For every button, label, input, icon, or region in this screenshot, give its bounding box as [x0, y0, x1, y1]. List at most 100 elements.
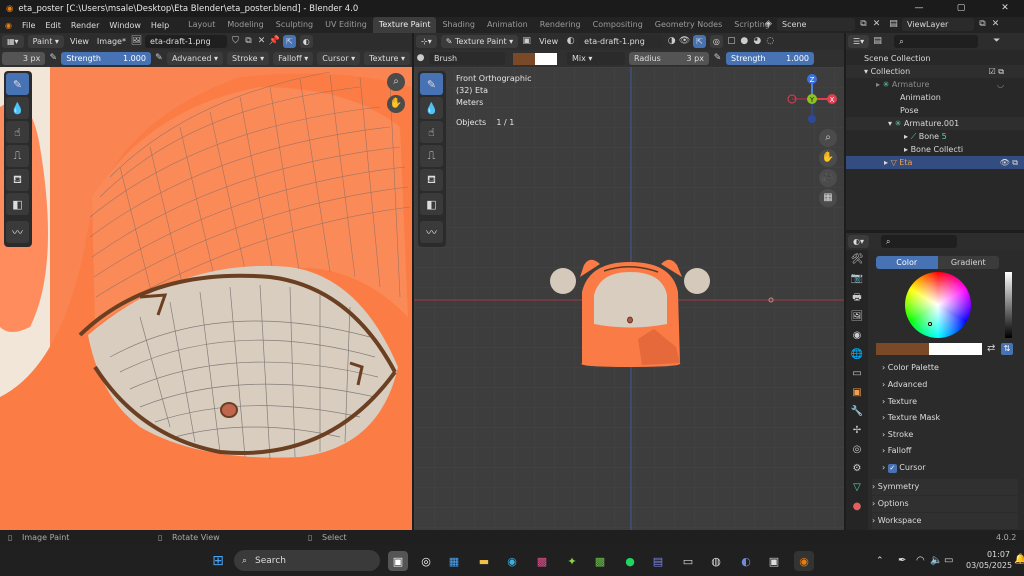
- outliner-row-pose[interactable]: Pose: [846, 104, 1024, 117]
- viewport-radius-pressure-icon[interactable]: ✎: [711, 52, 724, 65]
- section-workspace[interactable]: › Workspace: [872, 513, 1018, 529]
- vp-fill-tool-icon[interactable]: ⛾: [420, 169, 443, 191]
- constraints-tab-icon[interactable]: ⚙: [846, 459, 868, 478]
- draw-tool-icon[interactable]: ✎: [6, 73, 29, 95]
- texture-paint-mode-dropdown[interactable]: ✎ Texture Paint ▾: [440, 35, 519, 48]
- fill-tool-icon[interactable]: ⛾: [6, 169, 29, 191]
- stroke-dropdown[interactable]: Stroke ▾: [227, 52, 270, 65]
- tab-color[interactable]: Color: [876, 256, 938, 269]
- pen-icon[interactable]: ✒: [898, 555, 906, 566]
- material-shading-icon[interactable]: ◕: [751, 35, 764, 48]
- navigation-gizmo[interactable]: Z X Y: [784, 71, 840, 127]
- delete-viewlayer-icon[interactable]: ✕: [989, 18, 1002, 31]
- media-icon[interactable]: ▭: [678, 551, 698, 571]
- outliner-row-bone[interactable]: ▸ ⟋ Bone 5: [846, 130, 1024, 143]
- viewport-view-menu[interactable]: View: [533, 37, 564, 46]
- outliner-row-scene-collection[interactable]: Scene Collection: [846, 52, 1024, 65]
- wifi-icon[interactable]: ◠: [916, 555, 925, 566]
- menu-file[interactable]: File: [17, 21, 40, 30]
- outliner-search-input[interactable]: ⌕: [894, 35, 979, 48]
- fake-user-icon[interactable]: ⛉: [229, 35, 242, 48]
- close-button[interactable]: ✕: [990, 0, 1020, 17]
- properties-editor-type-button[interactable]: ◐▾: [848, 235, 869, 248]
- outliner-row-eta[interactable]: ▸ ▽ Eta 👁 ⧉: [846, 156, 1024, 169]
- image-view-menu[interactable]: View: [66, 37, 93, 46]
- image-canvas[interactable]: ✎ 💧 ☝ ⎍ ⛾ ◧ 〰 ⌕ ✋: [0, 67, 412, 530]
- viewport-image-field[interactable]: eta-draft-1.png: [579, 35, 664, 48]
- data-tab-icon[interactable]: ▽: [846, 478, 868, 497]
- menu-edit[interactable]: Edit: [40, 21, 66, 30]
- output-tab-icon[interactable]: 🖶: [846, 288, 868, 307]
- tab-modeling[interactable]: Modeling: [221, 17, 269, 33]
- blender-menu-icon[interactable]: ◉: [0, 21, 17, 30]
- radius-pressure-icon[interactable]: ✎: [47, 52, 59, 65]
- value-slider[interactable]: [1005, 272, 1012, 338]
- annotate-tool-icon[interactable]: 〰: [6, 221, 29, 243]
- tray-overflow-icon[interactable]: ⌃: [876, 556, 884, 566]
- minecraft-icon[interactable]: ▩: [590, 551, 610, 571]
- paint-mask-icon[interactable]: ▣: [520, 35, 533, 48]
- tab-animation[interactable]: Animation: [481, 17, 534, 33]
- volume-icon[interactable]: 🔈: [930, 555, 942, 566]
- primary-color-swatch[interactable]: [513, 52, 535, 65]
- secondary-color-field[interactable]: [929, 343, 982, 355]
- modifier-tab-icon[interactable]: 🔧: [846, 402, 868, 421]
- overlay-toggle-button[interactable]: ◎: [709, 35, 723, 48]
- editor-type-button[interactable]: ▦▾: [2, 35, 24, 48]
- scene-selector[interactable]: Scene: [777, 18, 855, 31]
- tool-tab-icon[interactable]: 🛠: [846, 250, 868, 269]
- photos-icon[interactable]: ▩: [532, 551, 552, 571]
- texture-dropdown[interactable]: Texture ▾: [364, 52, 410, 65]
- pin-icon[interactable]: 📌: [268, 35, 281, 48]
- tab-geometry-nodes[interactable]: Geometry Nodes: [649, 17, 728, 33]
- spotify-icon[interactable]: ●: [620, 551, 640, 571]
- minimize-button[interactable]: —: [904, 0, 934, 17]
- outliner-row-bone-collection[interactable]: ▸ Bone Collecti: [846, 143, 1024, 156]
- outliner-row-animation[interactable]: Animation: [846, 91, 1024, 104]
- notification-icon[interactable]: 🔔: [1014, 554, 1024, 565]
- display-channels-button[interactable]: ◐: [299, 35, 313, 48]
- edge-icon[interactable]: ◉: [502, 551, 522, 571]
- collection-tab-icon[interactable]: ▭: [846, 364, 868, 383]
- section-stroke[interactable]: › Stroke: [882, 427, 1024, 443]
- vp-soften-tool-icon[interactable]: 💧: [420, 97, 443, 119]
- blend-mode-dropdown[interactable]: Mix ▾: [567, 52, 625, 65]
- task-view-icon[interactable]: ▣: [388, 551, 408, 571]
- clock[interactable]: 01:07 03/05/2025: [966, 549, 1012, 571]
- gizmo-toggle-button[interactable]: ⇱: [693, 35, 706, 48]
- teams-icon[interactable]: ▤: [648, 551, 668, 571]
- image-menu[interactable]: Image*: [93, 37, 130, 46]
- advanced-dropdown[interactable]: Advanced ▾: [166, 52, 224, 65]
- file-explorer-icon[interactable]: ▬: [474, 551, 494, 571]
- vp-smear-tool-icon[interactable]: ☝: [420, 121, 443, 143]
- copilot-icon[interactable]: ◎: [416, 551, 436, 571]
- image-strength-slider[interactable]: Strength 1.000: [61, 52, 151, 65]
- app-icon[interactable]: ✦: [562, 551, 582, 571]
- smear-tool-icon[interactable]: ☝: [6, 121, 29, 143]
- tab-compositing[interactable]: Compositing: [587, 17, 649, 33]
- material-tab-icon[interactable]: ●: [846, 497, 868, 516]
- strength-pressure-icon[interactable]: ✎: [153, 52, 165, 65]
- store-icon[interactable]: ▦: [444, 551, 464, 571]
- maximize-button[interactable]: ▢: [946, 0, 976, 17]
- outliner-row-armature-001[interactable]: ▾ ✳ Armature.001: [846, 117, 1024, 130]
- image-name-field[interactable]: eta-draft-1.png: [144, 35, 227, 48]
- viewport-shading-dropdown-icon[interactable]: ◑: [665, 35, 678, 48]
- viewport-radius-field[interactable]: Radius 3 px: [629, 52, 709, 65]
- tab-sculpting[interactable]: Sculpting: [270, 17, 319, 33]
- battery-icon[interactable]: ▭: [944, 555, 953, 566]
- steam-icon[interactable]: ◍: [706, 551, 726, 571]
- outliner-row-armature[interactable]: ▸ ✳ Armature ◡: [846, 78, 1024, 91]
- tab-layout[interactable]: Layout: [182, 17, 221, 33]
- object-tab-icon[interactable]: ▣: [846, 383, 868, 402]
- image-radius-field[interactable]: 3 px: [2, 52, 46, 65]
- properties-search-input[interactable]: ⌕: [881, 235, 957, 248]
- vp-clone-tool-icon[interactable]: ⎍: [420, 145, 443, 167]
- particles-tab-icon[interactable]: ✢: [846, 421, 868, 440]
- pan-icon[interactable]: ✋: [387, 95, 405, 113]
- tab-rendering[interactable]: Rendering: [534, 17, 587, 33]
- tab-shading[interactable]: Shading: [436, 17, 481, 33]
- brush-selector[interactable]: Brush: [429, 52, 505, 65]
- display-mode-icon[interactable]: ▤: [871, 35, 884, 48]
- primary-color-field[interactable]: [876, 343, 929, 355]
